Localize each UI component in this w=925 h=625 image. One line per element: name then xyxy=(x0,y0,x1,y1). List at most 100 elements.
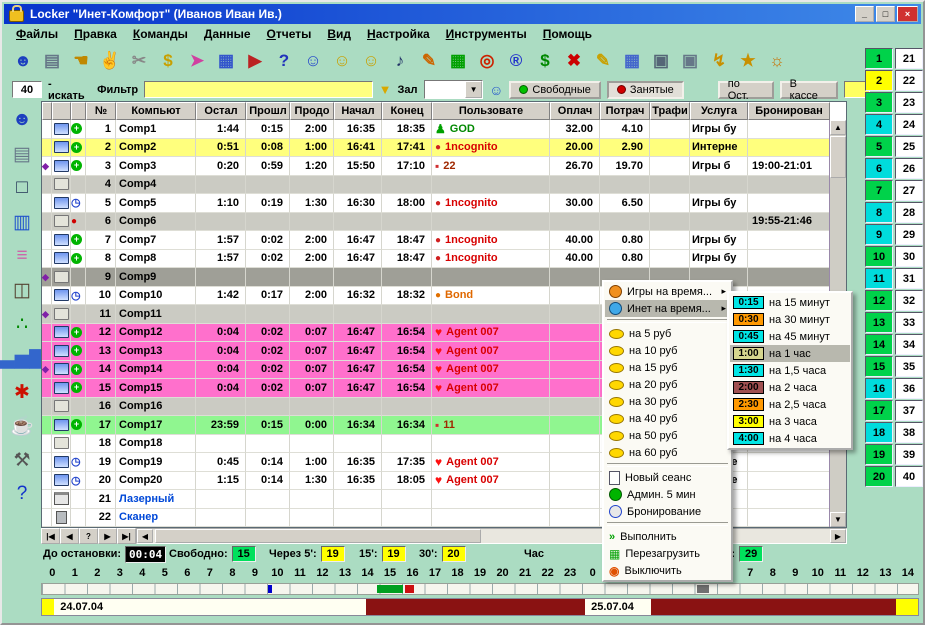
flowchart-icon[interactable]: ≡ xyxy=(7,243,37,269)
star-icon[interactable]: ★ xyxy=(737,49,759,73)
green-grid-icon[interactable]: ▦ xyxy=(447,49,469,73)
table-row[interactable]: 8 Comp8 1:57 0:02 2:00 16:47 18:47 1ncog… xyxy=(42,250,830,269)
computer-cell[interactable]: 29 xyxy=(895,224,923,245)
dart-icon[interactable]: ➤ xyxy=(186,49,208,73)
computer-cell[interactable]: 39 xyxy=(895,444,923,465)
sun-icon[interactable]: ☼ xyxy=(766,49,788,73)
table-row[interactable]: 1 Comp1 1:44 0:15 2:00 16:35 18:35 GOD 3… xyxy=(42,120,830,139)
computer-cell[interactable]: 13 xyxy=(865,312,893,333)
book-icon[interactable]: ◫ xyxy=(7,277,37,303)
maximize-button[interactable]: □ xyxy=(876,6,895,22)
victory-hand-icon[interactable]: ✌ xyxy=(99,49,121,73)
computer-cell[interactable]: 35 xyxy=(895,356,923,377)
scroll-up-icon[interactable]: ▲ xyxy=(830,120,846,135)
computer-cell[interactable]: 19 xyxy=(865,444,893,465)
computer-cell[interactable]: 3 xyxy=(865,92,893,113)
by-remaining-button[interactable]: по Ост. xyxy=(718,81,774,99)
computer-icon[interactable]: □ xyxy=(7,175,37,201)
column-header[interactable]: Оплач xyxy=(550,102,600,120)
new-document-icon[interactable]: ▤ xyxy=(41,49,63,73)
free-computers-button[interactable]: Свободные xyxy=(509,81,600,99)
power-icon[interactable]: ◎ xyxy=(476,49,498,73)
column-header[interactable]: № xyxy=(86,102,116,120)
column-header[interactable] xyxy=(52,102,71,120)
context-menu-item[interactable]: Выполнить xyxy=(605,528,730,545)
cash-register-icon[interactable]: ▥ xyxy=(7,209,37,235)
computer-cell[interactable]: 37 xyxy=(895,400,923,421)
computer-cell[interactable]: 10 xyxy=(865,246,893,267)
computer-cell[interactable]: 5 xyxy=(865,136,893,157)
scroll-down-icon[interactable]: ▼ xyxy=(830,512,846,527)
scroll-left-icon[interactable]: ◀ xyxy=(137,529,153,543)
pencil-icon[interactable]: ✎ xyxy=(418,49,440,73)
table-row[interactable]: 3 Comp3 0:20 0:59 1:20 15:50 17:10 22 26… xyxy=(42,157,830,176)
column-header[interactable] xyxy=(42,102,52,120)
computer-cell[interactable]: 11 xyxy=(865,268,893,289)
chevron-down-icon[interactable]: ▼ xyxy=(465,81,482,98)
lightning-icon[interactable]: ↯ xyxy=(708,49,730,73)
computer-cell[interactable]: 34 xyxy=(895,334,923,355)
computer-cell[interactable]: 16 xyxy=(865,378,893,399)
computer-cell[interactable]: 21 xyxy=(895,48,923,69)
hall-dropdown[interactable]: ▼ xyxy=(424,80,484,99)
computer-cell[interactable]: 9 xyxy=(865,224,893,245)
context-menu-item[interactable]: на 30 руб xyxy=(605,393,730,410)
context-menu-item[interactable]: на 40 руб xyxy=(605,410,730,427)
scroll-right-icon[interactable]: ▶ xyxy=(830,529,846,543)
menu-item[interactable]: Данные xyxy=(196,26,259,42)
table-row[interactable]: 7 Comp7 1:57 0:02 2:00 16:47 18:47 1ncog… xyxy=(42,231,830,250)
computer-cell[interactable]: 28 xyxy=(895,202,923,223)
context-menu-item[interactable]: на 15 руб xyxy=(605,359,730,376)
table-row[interactable]: 5 Comp5 1:10 0:19 1:30 16:30 18:00 1ncog… xyxy=(42,194,830,213)
computer-cell[interactable]: 25 xyxy=(895,136,923,157)
computer-cell[interactable]: 24 xyxy=(895,114,923,135)
computer-cell[interactable]: 17 xyxy=(865,400,893,421)
computer-cell[interactable]: 7 xyxy=(865,180,893,201)
alarm-icon[interactable]: ✱ xyxy=(7,379,37,405)
nav-button[interactable]: |◀ xyxy=(41,528,60,544)
computer-cell[interactable]: 12 xyxy=(865,290,893,311)
delete-icon[interactable]: ✖ xyxy=(563,49,585,73)
context-menu-item[interactable]: Перезагрузить xyxy=(605,545,730,562)
computer-cell[interactable]: 2 xyxy=(865,70,893,91)
filter-input[interactable] xyxy=(144,81,373,98)
context-menu-item[interactable]: Новый сеанс xyxy=(605,469,730,486)
submenu-item[interactable]: 2:30 на 2,5 часа xyxy=(730,396,850,413)
menu-item[interactable]: Отчеты xyxy=(259,26,320,42)
submenu-item[interactable]: 1:00 на 1 час xyxy=(730,345,850,362)
table-row[interactable]: 2 Comp2 0:51 0:08 1:00 16:41 17:41 1ncog… xyxy=(42,139,830,158)
computer-cell[interactable]: 32 xyxy=(895,290,923,311)
nav-button[interactable]: ▶ xyxy=(98,528,117,544)
table-row[interactable]: 4 Comp4 xyxy=(42,176,830,195)
smiley-blue-icon[interactable]: ☺ xyxy=(302,49,324,73)
column-header[interactable]: Бронирован xyxy=(748,102,830,120)
column-header[interactable]: Продо xyxy=(290,102,334,120)
computer-cell[interactable]: 36 xyxy=(895,378,923,399)
close-button[interactable]: × xyxy=(897,6,918,22)
submenu-item[interactable]: 1:30 на 1,5 часа xyxy=(730,362,850,379)
column-header[interactable] xyxy=(71,102,86,120)
table-row[interactable]: 6 Comp6 19:55-21:46 xyxy=(42,213,830,232)
context-menu-item[interactable]: Админ. 5 мин xyxy=(605,486,730,503)
submenu-item[interactable]: 3:00 на 3 часа xyxy=(730,413,850,430)
computer-cell[interactable]: 31 xyxy=(895,268,923,289)
menu-item[interactable]: Помощь xyxy=(535,26,600,42)
cup-icon[interactable]: ☕ xyxy=(7,413,37,439)
computer-cell[interactable]: 27 xyxy=(895,180,923,201)
computer-cell[interactable]: 22 xyxy=(895,70,923,91)
devices-icon[interactable]: ▤ xyxy=(7,141,37,167)
hscroll-thumb[interactable] xyxy=(155,529,481,543)
timeline-ruler[interactable] xyxy=(41,583,919,595)
nav-button[interactable]: ▶| xyxy=(117,528,136,544)
smiley-yellow-icon[interactable]: ☺ xyxy=(331,49,353,73)
submenu-item[interactable]: 4:00 на 4 часа xyxy=(730,430,850,447)
network-icon[interactable]: ∴ xyxy=(7,311,37,337)
table-icon[interactable]: ▦ xyxy=(621,49,643,73)
run-icon[interactable]: ▶ xyxy=(244,49,266,73)
column-header[interactable]: Потрач xyxy=(600,102,650,120)
fax-icon[interactable]: ▣ xyxy=(679,49,701,73)
column-header[interactable]: Услуга xyxy=(690,102,748,120)
submenu-item[interactable]: 0:15 на 15 минут xyxy=(730,294,850,311)
coins-icon[interactable]: $ xyxy=(157,49,179,73)
computer-cell[interactable]: 8 xyxy=(865,202,893,223)
